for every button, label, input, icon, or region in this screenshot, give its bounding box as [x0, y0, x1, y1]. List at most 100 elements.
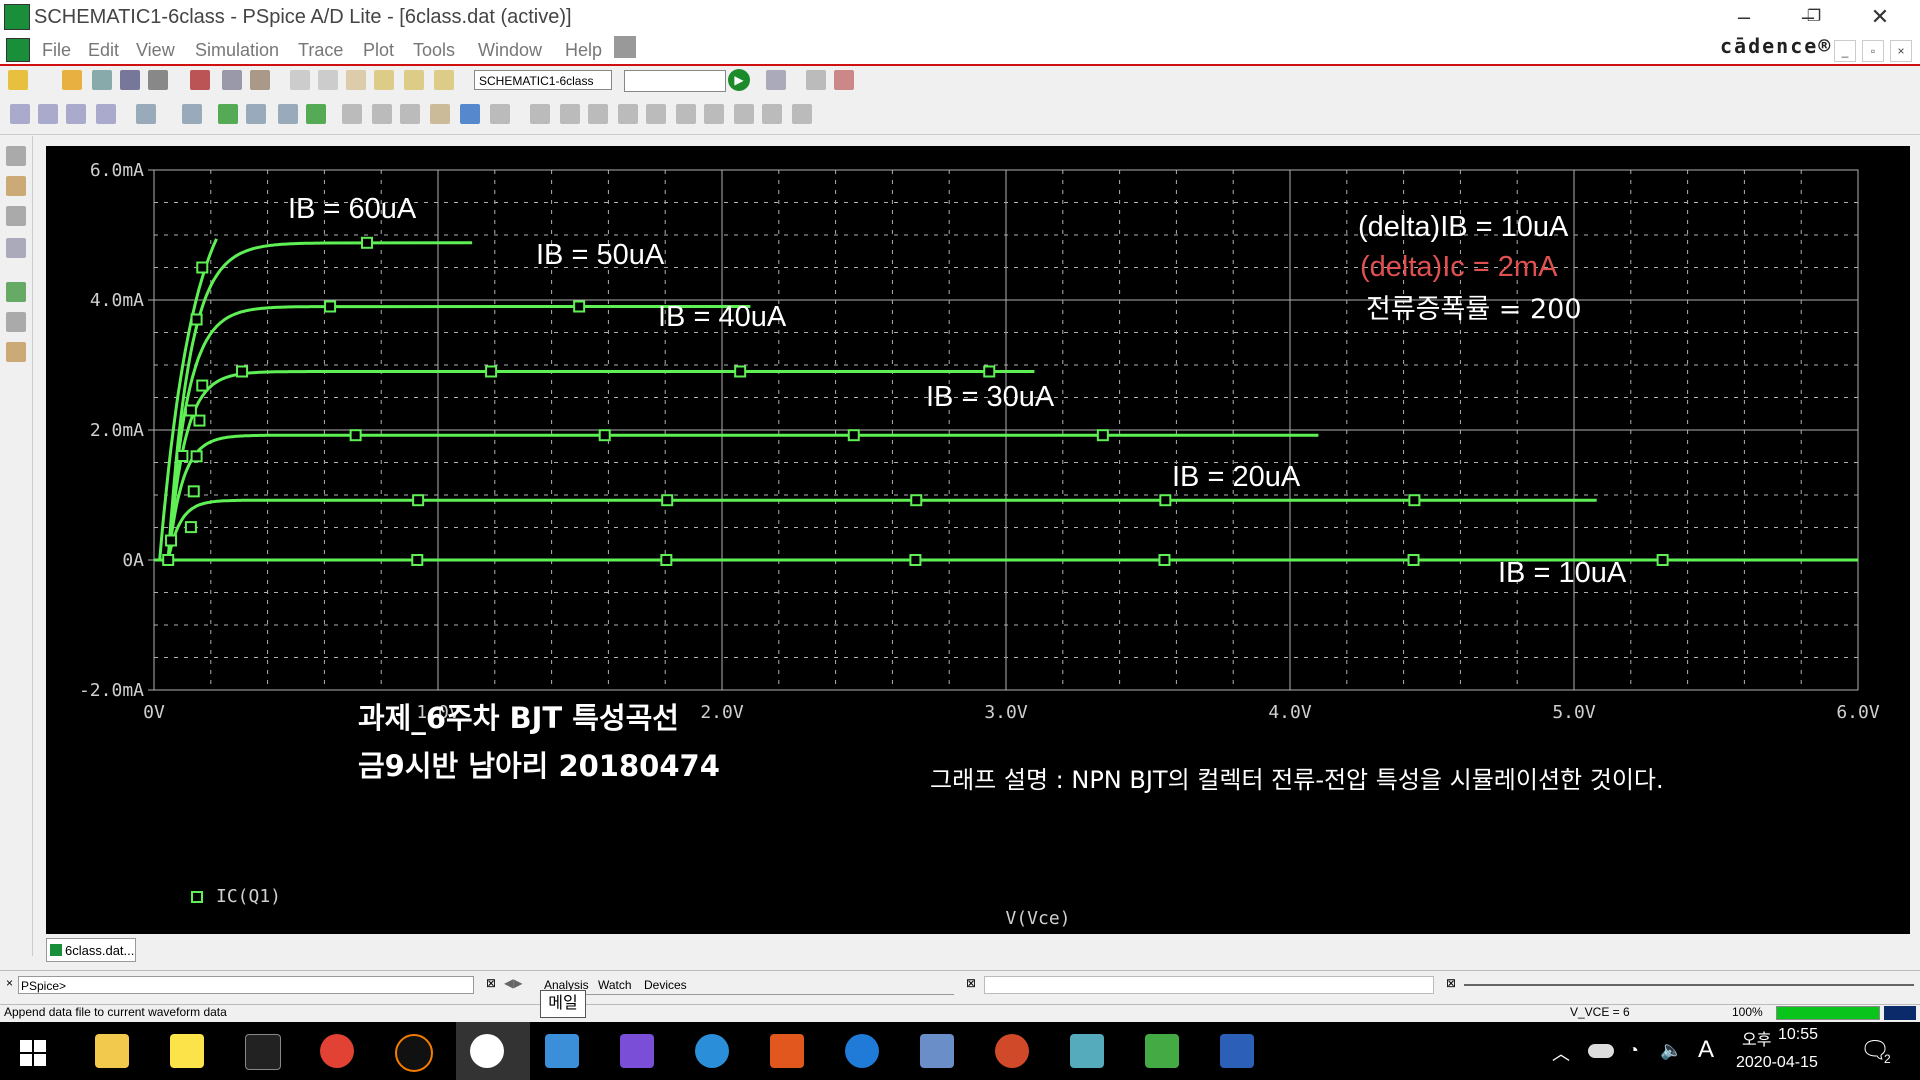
orcad-icon[interactable]	[1145, 1034, 1179, 1068]
toggle-cursor-icon[interactable]	[342, 104, 362, 124]
fft-icon[interactable]	[182, 104, 202, 124]
text-label-icon[interactable]	[400, 104, 420, 124]
cursor-mark-icon[interactable]	[762, 104, 782, 124]
zoom-fit-icon[interactable]	[96, 104, 116, 124]
tray-chevron-icon[interactable]: ︿	[1552, 1040, 1570, 1066]
simulation-profile-select[interactable]: SCHEMATIC1-6class	[474, 70, 612, 90]
bookmark-icon[interactable]	[346, 70, 366, 90]
pause-icon[interactable]	[806, 70, 826, 90]
close-icon[interactable]: ✕	[1860, 4, 1900, 30]
tab-devices[interactable]: Devices	[644, 978, 687, 992]
delete-trace-icon[interactable]	[306, 104, 326, 124]
zoom-area-icon[interactable]	[66, 104, 86, 124]
cursor-slope-icon[interactable]	[588, 104, 608, 124]
plot-label-icon[interactable]	[430, 104, 450, 124]
menu-window[interactable]: Window	[478, 40, 542, 61]
wifi-icon[interactable]: ◔	[1628, 1040, 1639, 1061]
sync-app-icon[interactable]	[695, 1034, 729, 1068]
legend-label[interactable]: IC(Q1)	[216, 886, 281, 907]
tab-watch[interactable]: Watch	[598, 978, 632, 992]
menu-file[interactable]: File	[42, 40, 71, 61]
orange-app-icon[interactable]	[395, 1034, 433, 1072]
left-tool-5-icon[interactable]	[6, 282, 26, 302]
add-y-axis-icon[interactable]	[218, 104, 238, 124]
word-icon[interactable]	[1220, 1034, 1254, 1068]
trace-line[interactable]	[154, 433, 1319, 562]
left-tool-3-icon[interactable]	[6, 206, 26, 226]
paste-icon[interactable]	[250, 70, 270, 90]
cursor-copy-icon[interactable]	[792, 104, 812, 124]
menu-trace[interactable]: Trace	[298, 40, 343, 61]
trace-line[interactable]	[154, 241, 473, 562]
cursor-search-icon[interactable]	[704, 104, 724, 124]
ime-indicator[interactable]: A	[1698, 1036, 1714, 1064]
capture-app-icon[interactable]	[1070, 1034, 1104, 1068]
clock-date[interactable]: 2020-04-15	[1736, 1054, 1818, 1072]
save-icon[interactable]	[120, 70, 140, 90]
volume-icon[interactable]: 🔈	[1660, 1040, 1682, 1061]
menu-extra-icon[interactable]	[614, 36, 636, 58]
menu-view[interactable]: View	[136, 40, 175, 61]
run-simulation-icon[interactable]: ▶	[728, 69, 750, 91]
trace-line[interactable]	[154, 370, 1035, 562]
start-icon[interactable]	[20, 1040, 46, 1066]
add-trace-icon[interactable]	[246, 104, 266, 124]
restore-window-icon[interactable]: ❐	[1794, 4, 1834, 30]
mdi-close-icon[interactable]: ×	[1890, 40, 1912, 62]
clock-time[interactable]: 10:55	[1778, 1026, 1818, 1044]
left-tool-4-icon[interactable]	[6, 238, 26, 258]
cmd-close-icon[interactable]: ×	[6, 976, 13, 990]
open-folder-icon[interactable]	[62, 70, 82, 90]
grid-icon[interactable]	[490, 104, 510, 124]
cursor-peak-icon[interactable]	[530, 104, 550, 124]
plot-window[interactable]: 6.0mA 4.0mA 2.0mA 0A -2.0mA 0V 1.0V 2.0V 3.0V 4.0…	[46, 146, 1910, 934]
redo-icon[interactable]	[318, 70, 338, 90]
copy-icon[interactable]	[222, 70, 242, 90]
cut-icon[interactable]	[190, 70, 210, 90]
minimize-window-icon[interactable]: –	[1724, 4, 1764, 30]
trace-line[interactable]	[154, 498, 1597, 562]
cursor-min-icon[interactable]	[618, 104, 638, 124]
onedrive-icon[interactable]	[1588, 1044, 1614, 1058]
trace-line[interactable]	[154, 238, 218, 562]
mail-icon[interactable]	[545, 1034, 579, 1068]
mdi-restore-icon[interactable]: ▫	[1862, 40, 1884, 62]
menu-edit[interactable]: Edit	[88, 40, 119, 61]
output-close-icon[interactable]: ⊠	[486, 976, 496, 990]
hwp-icon[interactable]	[920, 1034, 954, 1068]
pspice-taskbar-icon[interactable]	[470, 1034, 504, 1068]
marker3-icon[interactable]	[434, 70, 454, 90]
cursor-trough-icon[interactable]	[560, 104, 580, 124]
stop-icon[interactable]	[834, 70, 854, 90]
powerpoint-icon[interactable]	[995, 1034, 1029, 1068]
visual-studio-icon[interactable]	[620, 1034, 654, 1068]
watch-close-icon[interactable]: ⊠	[966, 976, 976, 990]
new-file-icon[interactable]	[8, 70, 28, 90]
office-icon[interactable]	[770, 1034, 804, 1068]
trace-line[interactable]	[154, 305, 751, 562]
simulation-field[interactable]	[624, 70, 726, 92]
menu-simulation[interactable]: Simulation	[195, 40, 279, 61]
terminal-icon[interactable]	[245, 1034, 281, 1070]
left-tool-6-icon[interactable]	[6, 312, 26, 332]
left-tool-7-icon[interactable]	[6, 342, 26, 362]
clock-ampm[interactable]: 오후	[1742, 1026, 1771, 1050]
left-tool-2-icon[interactable]	[6, 176, 26, 196]
menu-tools[interactable]: Tools	[413, 40, 455, 61]
select-pointer-icon[interactable]	[460, 104, 480, 124]
menu-help[interactable]: Help	[565, 40, 602, 61]
cursor-next-icon[interactable]	[734, 104, 754, 124]
watch-panel[interactable]	[984, 976, 1434, 994]
mark-label-icon[interactable]	[372, 104, 392, 124]
command-input[interactable]: PSpice>	[18, 976, 474, 994]
zoom-in-icon[interactable]	[10, 104, 30, 124]
chrome-icon[interactable]	[320, 1034, 354, 1068]
print-icon[interactable]	[148, 70, 168, 90]
eval-measure-icon[interactable]	[278, 104, 298, 124]
kakaotalk-icon[interactable]	[170, 1034, 204, 1068]
cursor-point-icon[interactable]	[676, 104, 696, 124]
menu-plot[interactable]: Plot	[363, 40, 394, 61]
progress-close-icon[interactable]: ⊠	[1446, 976, 1456, 990]
edge-icon[interactable]	[845, 1034, 879, 1068]
view-output-icon[interactable]	[766, 70, 786, 90]
